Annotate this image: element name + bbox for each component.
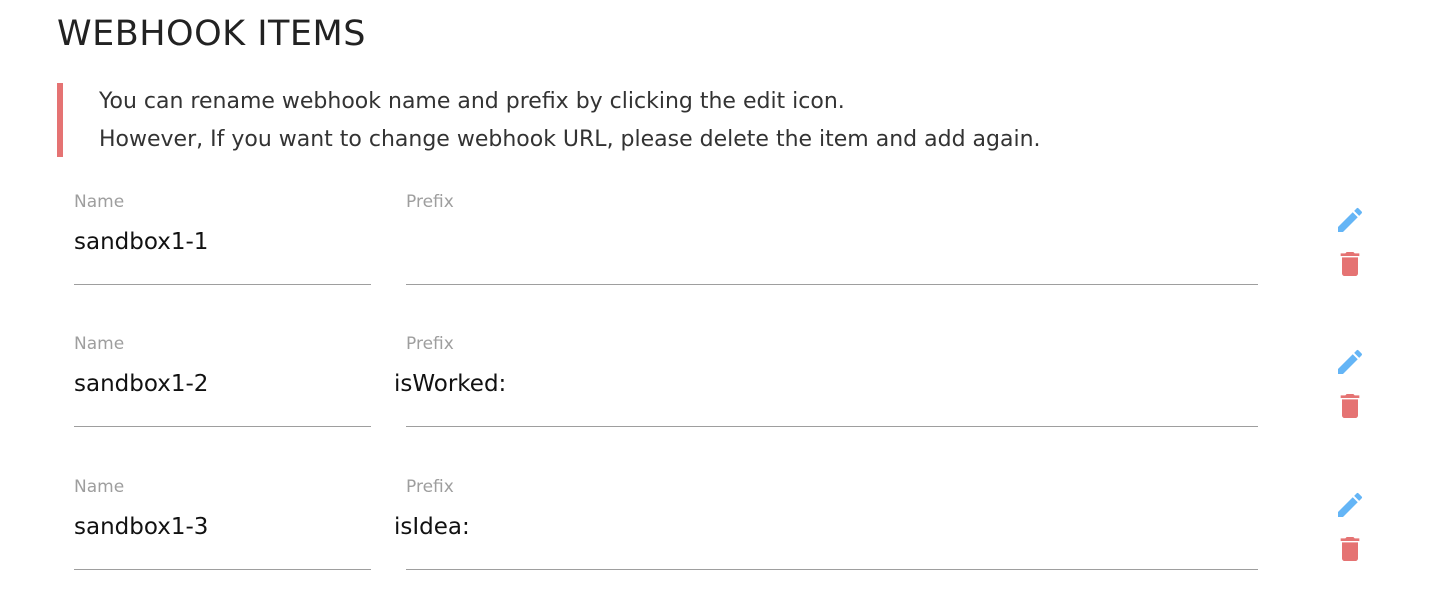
trash-icon — [1340, 252, 1360, 276]
webhook-prefix-field[interactable]: Prefix isWorked: — [394, 326, 1258, 427]
prefix-label: Prefix — [406, 477, 454, 497]
prefix-value: isWorked: — [394, 371, 507, 397]
page-title: WEBHOOK ITEMS — [57, 14, 366, 54]
webhook-prefix-field[interactable]: Prefix isIdea: — [394, 469, 1258, 570]
prefix-value: isIdea: — [394, 514, 470, 540]
webhook-name-field[interactable]: Name sandbox1-3 — [74, 469, 371, 570]
delete-button[interactable] — [1334, 248, 1366, 280]
pencil-icon — [1338, 492, 1363, 517]
name-value: sandbox1-1 — [74, 229, 209, 255]
webhook-item: Name sandbox1-1 Prefix — [0, 184, 1443, 304]
pencil-icon — [1338, 349, 1363, 374]
name-label: Name — [74, 192, 125, 212]
prefix-label: Prefix — [406, 192, 454, 212]
name-value: sandbox1-2 — [74, 371, 209, 397]
notice-line-2: However, If you want to change webhook U… — [99, 127, 1041, 152]
name-label: Name — [74, 477, 125, 497]
notice-line-1: You can rename webhook name and prefix b… — [99, 89, 845, 114]
webhook-prefix-field[interactable]: Prefix — [406, 184, 1258, 285]
webhook-name-field[interactable]: Name sandbox1-2 — [74, 326, 371, 427]
delete-button[interactable] — [1334, 533, 1366, 565]
edit-button[interactable] — [1334, 346, 1366, 378]
delete-button[interactable] — [1334, 390, 1366, 422]
prefix-label: Prefix — [406, 334, 454, 354]
webhook-item: Name sandbox1-3 Prefix isIdea: — [0, 469, 1443, 589]
trash-icon — [1340, 394, 1360, 418]
edit-button[interactable] — [1334, 204, 1366, 236]
webhook-item: Name sandbox1-2 Prefix isWorked: — [0, 326, 1443, 446]
name-label: Name — [74, 334, 125, 354]
trash-icon — [1340, 537, 1360, 561]
info-notice: You can rename webhook name and prefix b… — [57, 83, 1163, 157]
webhook-name-field[interactable]: Name sandbox1-1 — [74, 184, 371, 285]
edit-button[interactable] — [1334, 489, 1366, 521]
name-value: sandbox1-3 — [74, 514, 209, 540]
pencil-icon — [1338, 207, 1363, 232]
